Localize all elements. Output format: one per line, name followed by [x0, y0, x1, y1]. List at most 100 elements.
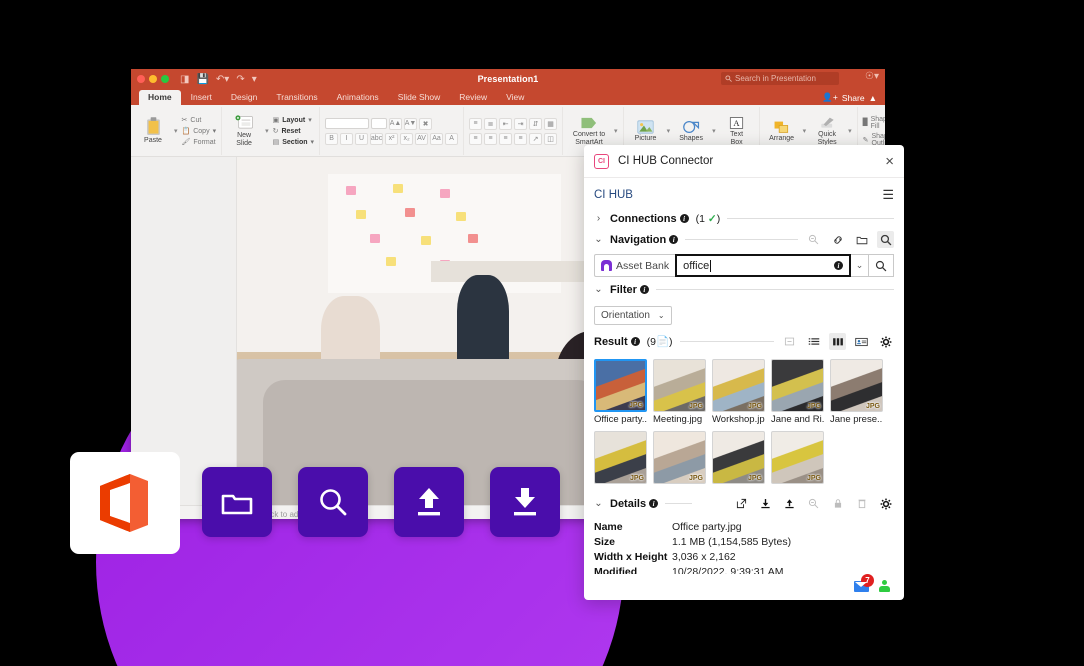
- tab-view[interactable]: View: [497, 90, 533, 105]
- result-thumbnail[interactable]: JPG: [830, 359, 883, 412]
- upload-icon[interactable]: [781, 495, 798, 512]
- search-icon[interactable]: [877, 231, 894, 248]
- tab-insert[interactable]: Insert: [182, 90, 221, 105]
- info-icon[interactable]: i: [834, 261, 843, 270]
- bullets-button[interactable]: ≡: [469, 117, 483, 130]
- shapes-dropdown-icon[interactable]: ▾: [712, 127, 716, 135]
- result-thumbnail[interactable]: JPG: [771, 431, 824, 484]
- tab-slide-show[interactable]: Slide Show: [389, 90, 450, 105]
- orientation-filter-dropdown[interactable]: Orientation ⌄: [594, 306, 672, 325]
- hamburger-menu-icon[interactable]: ☰: [882, 188, 894, 201]
- font-family-select[interactable]: [325, 117, 370, 129]
- chevron-down-icon[interactable]: ⌄: [594, 234, 603, 245]
- justify-button[interactable]: ≡: [514, 132, 528, 145]
- info-icon[interactable]: i: [679, 214, 689, 223]
- decrease-font-size-button[interactable]: A▼: [404, 117, 418, 130]
- result-item[interactable]: JPG Jane and Ri...: [771, 359, 824, 425]
- result-thumbnail[interactable]: JPG: [771, 359, 824, 412]
- copy-button[interactable]: 📋 Copy ▾: [182, 127, 217, 136]
- save-icon[interactable]: 💾: [196, 74, 208, 85]
- presentation-search-box[interactable]: Search in Presentation: [721, 72, 839, 85]
- shapes-button[interactable]: Shapes: [674, 120, 708, 143]
- search-button[interactable]: [298, 467, 368, 537]
- section-navigation[interactable]: ⌄ Navigation i: [594, 229, 894, 250]
- redo-icon[interactable]: ↷: [236, 74, 244, 85]
- shape-fill-button[interactable]: █Shape Fill▾: [863, 116, 885, 130]
- change-case-button[interactable]: Aa: [430, 132, 444, 145]
- strikethrough-button[interactable]: abc: [370, 132, 384, 145]
- result-thumbnail[interactable]: JPG: [653, 431, 706, 484]
- tab-transitions[interactable]: Transitions: [267, 90, 326, 105]
- new-slide-button[interactable]: New Slide: [227, 114, 261, 148]
- section-connections[interactable]: › Connections i (1 ✓): [594, 208, 894, 229]
- columns-button[interactable]: ▦: [544, 117, 558, 130]
- section-details[interactable]: ⌄ Details i: [594, 493, 894, 514]
- paste-button[interactable]: Paste: [136, 117, 170, 145]
- open-external-icon[interactable]: [733, 495, 750, 512]
- collapse-ribbon-icon[interactable]: ▲: [869, 93, 877, 103]
- lock-icon[interactable]: [829, 495, 846, 512]
- chevron-right-icon[interactable]: ›: [594, 213, 603, 224]
- share-button[interactable]: 👤+ Share ▲: [822, 92, 877, 103]
- tab-home[interactable]: Home: [139, 90, 181, 105]
- align-text-button[interactable]: ◫: [544, 132, 558, 145]
- quick-access-toolbar[interactable]: ◨ 💾 ↶▾ ↷ ▾: [180, 74, 257, 85]
- info-icon[interactable]: i: [639, 285, 649, 294]
- picture-dropdown-icon[interactable]: ▾: [667, 127, 671, 135]
- new-slide-dropdown-icon[interactable]: ▾: [265, 127, 269, 135]
- info-icon[interactable]: i: [630, 337, 640, 346]
- reset-button[interactable]: ↻ Reset: [273, 127, 314, 136]
- result-item[interactable]: JPG Office party....: [594, 359, 647, 425]
- character-spacing-button[interactable]: AV: [415, 132, 429, 145]
- result-thumbnail[interactable]: JPG: [594, 359, 647, 412]
- settings-gear-icon[interactable]: [877, 495, 894, 512]
- result-item[interactable]: JPG Meeting.jpg: [653, 359, 706, 425]
- account-icon[interactable]: ☉▾: [865, 71, 879, 82]
- close-icon[interactable]: ×: [885, 154, 894, 169]
- bold-button[interactable]: B: [325, 132, 339, 145]
- section-filter[interactable]: ⌄ Filter i: [594, 279, 894, 300]
- decrease-indent-button[interactable]: ⇤: [499, 117, 513, 130]
- window-traffic-lights[interactable]: [137, 75, 169, 83]
- font-color-button[interactable]: A: [445, 132, 459, 145]
- settings-gear-icon[interactable]: [877, 333, 894, 350]
- paste-dropdown-icon[interactable]: ▾: [174, 127, 178, 135]
- user-online-icon[interactable]: [879, 580, 890, 592]
- result-item[interactable]: JPG Workshop.jpg: [712, 359, 765, 425]
- search-submit-button[interactable]: [869, 254, 894, 277]
- result-item[interactable]: JPG Jane prese...: [830, 359, 883, 425]
- connector-selector[interactable]: Asset Bank: [594, 254, 676, 277]
- collapse-icon[interactable]: [781, 333, 798, 350]
- clear-formatting-button[interactable]: ✖: [419, 117, 433, 130]
- zoom-out-icon[interactable]: [805, 231, 822, 248]
- section-button[interactable]: ▤ Section ▾: [273, 138, 314, 147]
- result-item[interactable]: JPG: [653, 431, 706, 484]
- info-icon[interactable]: i: [669, 235, 679, 244]
- arrange-dropdown-icon[interactable]: ▾: [803, 127, 807, 135]
- result-thumbnail[interactable]: JPG: [712, 359, 765, 412]
- search-input[interactable]: office i: [675, 254, 851, 277]
- align-left-button[interactable]: ≡: [469, 132, 483, 145]
- search-history-dropdown[interactable]: ⌄: [851, 254, 869, 277]
- tab-animations[interactable]: Animations: [328, 90, 388, 105]
- minimize-window-button[interactable]: [149, 75, 157, 83]
- folder-icon[interactable]: [853, 231, 870, 248]
- superscript-button[interactable]: x²: [385, 132, 399, 145]
- chevron-down-icon[interactable]: ⌄: [594, 284, 603, 295]
- result-item[interactable]: JPG: [594, 431, 647, 484]
- messages-icon[interactable]: 7: [854, 573, 874, 592]
- download-button[interactable]: [490, 467, 560, 537]
- convert-to-smartart-button[interactable]: Convert to SmartArt: [568, 116, 610, 147]
- zoom-out-icon[interactable]: [805, 495, 822, 512]
- italic-button[interactable]: I: [340, 132, 354, 145]
- customize-qat-icon[interactable]: ▾: [252, 74, 257, 85]
- sidebar-toggle-icon[interactable]: ◨: [180, 74, 189, 85]
- chevron-down-icon[interactable]: ⌄: [594, 498, 603, 509]
- quick-styles-dropdown-icon[interactable]: ▾: [848, 127, 852, 135]
- grid-view-icon[interactable]: [829, 333, 846, 350]
- close-window-button[interactable]: [137, 75, 145, 83]
- subscript-button[interactable]: x₂: [400, 132, 414, 145]
- ribbon-tabs[interactable]: Home Insert Design Transitions Animation…: [131, 89, 885, 105]
- undo-icon[interactable]: ↶▾: [216, 74, 229, 85]
- text-box-button[interactable]: A Text Box: [720, 116, 754, 147]
